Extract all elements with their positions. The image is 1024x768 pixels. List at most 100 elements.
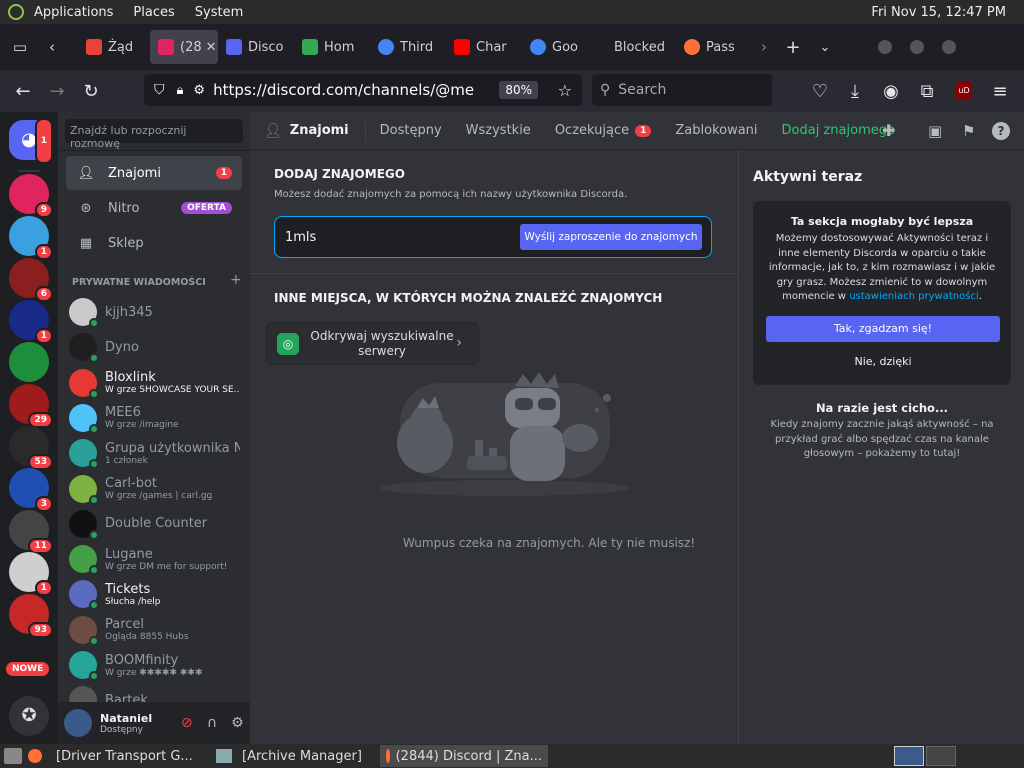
search-box[interactable]: ⚲ Search [592,74,772,106]
privacy-settings-link[interactable]: ustawieniach prywatności [849,291,979,302]
server-icon[interactable]: 1 [9,300,53,344]
accept-button[interactable]: Tak, zgadzam się! [766,316,1000,342]
dm-list-item[interactable]: Carl-bot W grze /games | carl.gg [66,472,242,506]
dm-list-item[interactable]: Bloxlink W grze SHOWCASE YOUR SE... [66,366,242,400]
bookmark-star-icon[interactable]: ☆ [558,81,572,100]
nav-friends[interactable]: 👤︎ Znajomi 1 [66,156,242,190]
browser-tab[interactable]: Char [446,24,522,70]
ublock-icon[interactable]: uD [956,82,972,100]
new-tab-icon[interactable]: + [776,37,810,58]
tab-blocked[interactable]: Zablokowani [675,123,757,138]
url-text[interactable]: https://discord.com/channels/@me [213,81,474,99]
server-icon[interactable]: 53 [9,426,53,470]
user-name[interactable]: Nataniel [100,712,174,725]
tab-overview-icon[interactable]: ▭ [0,38,40,56]
server-icon[interactable]: 1 [9,552,53,596]
system-clock[interactable]: Fri Nov 15, 12:47 PM [871,5,1006,20]
mute-mic-icon[interactable]: ⊘ [174,715,199,731]
settings-gear-icon[interactable]: ⚙ [225,715,250,731]
taskbar-item[interactable]: [Archive Manager] [236,745,374,767]
server-icon[interactable]: 3 [9,468,53,512]
workspace-switcher[interactable] [894,746,924,766]
bookmark-icon[interactable]: ⚑ [962,122,975,140]
tab-list-icon[interactable]: ⌄ [810,40,840,55]
tab-online[interactable]: Dostępny [380,121,442,140]
send-friend-request-button[interactable]: Wyślij zaproszenie do znajomych [520,224,702,250]
server-icon[interactable]: 29 [9,384,53,428]
tab-scroll-right-icon[interactable]: › [752,38,776,56]
applications-menu[interactable]: Applications [28,5,119,20]
tab-add-friend[interactable]: Dodaj znajomego [782,123,895,138]
window-maximize-icon[interactable] [910,40,924,54]
dm-list-item[interactable]: Double Counter [66,507,242,541]
browser-tab[interactable]: Pass [676,24,752,70]
zoom-level[interactable]: 80% [499,81,538,99]
window-close-icon[interactable] [942,40,956,54]
taskbar-item-active[interactable]: (2844) Discord | Zna... [380,745,548,767]
extensions-icon[interactable]: ⧉ [910,81,944,102]
dm-search-input[interactable]: Znajdź lub rozpocznij rozmowę [65,119,243,150]
inbox-icon[interactable]: ▣ [928,122,942,140]
taskbar-item[interactable]: [Driver Transport G... [50,745,210,767]
headphones-icon[interactable]: ∩ [199,715,224,731]
help-icon[interactable]: ? [992,121,1010,140]
pocket-icon[interactable]: ♡ [803,81,837,102]
reload-icon[interactable]: ↻ [74,81,108,102]
create-dm-icon[interactable]: + [230,272,242,288]
nav-shop[interactable]: ▦ Sklep [66,226,242,260]
dm-list-item[interactable]: MEE6 W grze /imagine [66,401,242,435]
browser-tab[interactable]: Disco [218,24,294,70]
new-group-dm-icon[interactable]: ✚ [882,121,895,140]
dm-list-item[interactable]: kjjh345 [66,295,242,329]
close-tab-icon[interactable]: ✕ [206,40,217,55]
dm-list-item[interactable]: Dyno [66,330,242,364]
discover-servers-button[interactable]: ✪ [9,696,49,736]
system-top-bar: Applications Places System Fri Nov 15, 1… [0,0,1024,24]
browser-tab[interactable]: Goo [522,24,598,70]
server-icon[interactable]: 93 [9,594,53,638]
browser-tab-active[interactable]: (28 ✕ [150,30,218,64]
other-places-title: INNE MIEJSCA, W KTÓRYCH MOŻNA ZNALEŹĆ ZN… [274,291,663,305]
user-avatar[interactable] [64,709,92,737]
menu-icon[interactable]: ≡ [983,81,1017,102]
os-logo-icon[interactable] [8,4,24,20]
permissions-icon[interactable]: ⚙ [193,83,205,98]
server-icon[interactable] [9,342,49,382]
taskbar-firefox-icon[interactable] [28,749,42,763]
browser-tab[interactable]: Hom [294,24,370,70]
nav-nitro[interactable]: ⊛ Nitro OFERTA [66,191,242,225]
browser-tab[interactable]: Blocked [598,24,676,70]
dm-list-item[interactable]: Tickets Słucha /help [66,577,242,611]
tab-scroll-left-icon[interactable]: ‹ [40,38,64,56]
server-icon[interactable]: 6 [9,258,53,302]
server-icon[interactable]: 11 [9,510,53,554]
account-icon[interactable]: ◉ [874,81,908,102]
add-friend-input-box[interactable]: 1mls Wyślij zaproszenie do znajomych [274,216,712,258]
dm-list-item[interactable]: Grupa użytkownika N...1 członek [66,436,242,470]
url-bar[interactable]: ⛉ 🔒︎ ⚙ https://discord.com/channels/@me … [144,74,582,106]
shield-icon[interactable]: ⛉ [154,82,165,98]
home-button[interactable]: ◕ 1 [9,118,53,164]
browser-tab[interactable]: Żąd [78,24,150,70]
show-desktop-icon[interactable] [4,748,22,764]
forward-icon[interactable]: → [40,81,74,102]
downloads-icon[interactable]: ⤓ [838,81,872,102]
friends-header: 👤︎ Znajomi Dostępny Wszystkie Oczekujące… [250,112,1024,150]
system-menu[interactable]: System [189,5,249,20]
workspace-2[interactable] [926,746,956,766]
dm-list-item[interactable]: Parcel Ogląda 8855 Hubs [66,613,242,647]
places-menu[interactable]: Places [127,5,180,20]
browser-tab[interactable]: Third [370,24,446,70]
dm-list-item[interactable]: BOOMfinity W grze ✱✱✱✱✱ ✱✱✱ [66,648,242,682]
dm-list-item[interactable]: Lugane W grze DM me for support! [66,542,242,576]
server-icon[interactable]: 9 [9,174,53,218]
tab-all[interactable]: Wszystkie [466,123,531,138]
server-icon[interactable]: 1 [9,216,53,260]
username-input[interactable]: 1mls [285,230,316,245]
explore-servers-card[interactable]: ◎ Odkrywaj wyszukiwalne serwery › [266,322,479,365]
window-minimize-icon[interactable] [878,40,892,54]
decline-button[interactable]: Nie, dzięki [766,349,1000,375]
tab-pending[interactable]: Oczekujące [555,123,629,138]
back-icon[interactable]: ← [6,81,40,102]
lock-icon[interactable]: 🔒︎ [177,83,184,98]
